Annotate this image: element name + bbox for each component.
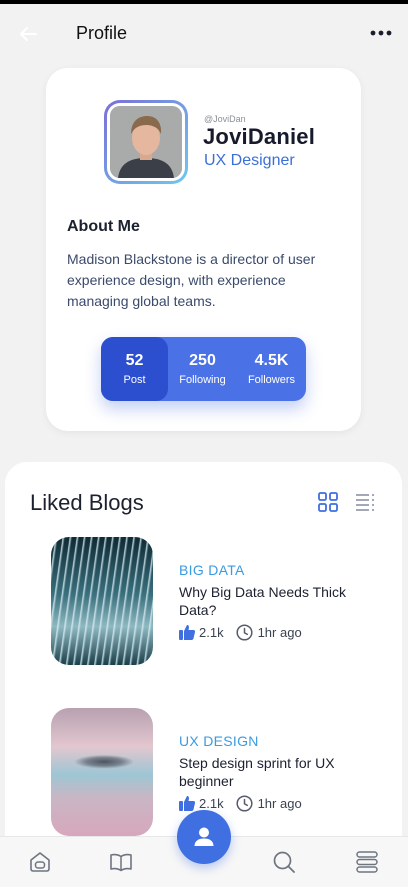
blog-thumbnail: [51, 537, 153, 665]
blog-thumbnail: [51, 708, 153, 836]
stat-value: 4.5K: [254, 352, 289, 369]
stat-value: 52: [125, 352, 144, 369]
blog-meta: 2.1k 1hr ago: [178, 623, 302, 641]
profile-icon: [194, 827, 214, 846]
grid-view-icon[interactable]: [318, 492, 338, 512]
stat-posts[interactable]: 52 Post: [101, 337, 168, 401]
blog-title: Step design sprint for UX beginner: [179, 755, 335, 789]
blog-category: UX DESIGN: [179, 733, 259, 749]
menu-icon[interactable]: [354, 849, 380, 875]
avatar-frame: [104, 100, 188, 184]
blog-title: Why Big Data Needs Thick Data?: [179, 584, 347, 618]
like-count: 2.1k: [199, 795, 224, 811]
more-horizontal-icon[interactable]: [368, 20, 394, 46]
about-text: Madison Blackstone is a director of user…: [67, 251, 316, 309]
about-heading: About Me: [67, 218, 140, 235]
stat-label: Followers: [247, 374, 296, 386]
clock-icon: [236, 623, 253, 641]
stat-following[interactable]: 250 Following: [168, 337, 237, 401]
profile-handle: @JoviDan: [204, 114, 246, 124]
stat-followers[interactable]: 4.5K Followers: [237, 337, 306, 401]
profile-name: JoviDaniel: [203, 124, 316, 149]
like-count: 2.1k: [199, 624, 224, 640]
page-title: Profile: [76, 23, 128, 43]
list-view-icon[interactable]: [355, 493, 375, 511]
search-icon[interactable]: [271, 849, 297, 875]
arrow-left-icon[interactable]: [16, 22, 40, 46]
app-header: Profile: [0, 4, 408, 64]
stat-label: Following: [179, 374, 226, 386]
stat-value: 250: [189, 352, 216, 369]
stats-bar: 52 Post 250 Following 4.5K Followers: [101, 337, 306, 401]
avatar[interactable]: [110, 106, 182, 178]
thumbs-up-icon[interactable]: [178, 623, 196, 641]
profile-fab-button[interactable]: [177, 810, 231, 864]
thumbs-up-icon[interactable]: [178, 794, 196, 812]
home-icon[interactable]: [27, 849, 53, 875]
post-time: 1hr ago: [257, 795, 302, 811]
post-time: 1hr ago: [257, 624, 302, 640]
blog-card[interactable]: BIG DATA Why Big Data Needs Thick Data? …: [51, 537, 381, 667]
blog-category: BIG DATA: [179, 562, 245, 578]
profile-card: @JoviDan JoviDaniel UX Designer About Me…: [46, 68, 361, 431]
stat-label: Post: [123, 374, 146, 386]
book-icon[interactable]: [108, 849, 134, 875]
section-title: Liked Blogs: [30, 490, 144, 515]
blog-meta: 2.1k 1hr ago: [178, 794, 302, 812]
clock-icon: [236, 794, 253, 812]
profile-role: UX Designer: [204, 152, 295, 169]
